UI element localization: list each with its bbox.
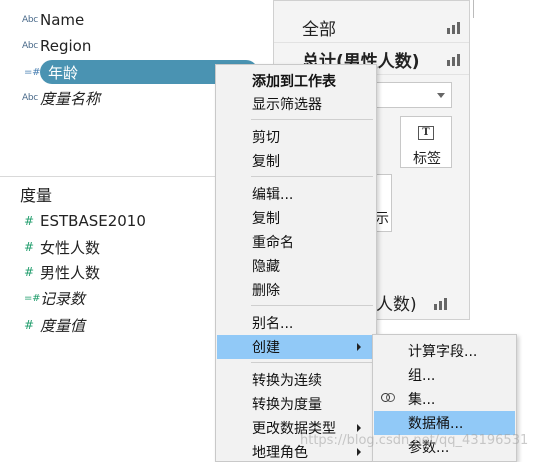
number-type-icon: # <box>24 214 34 228</box>
field-female-count[interactable]: # 女性人数 <box>0 235 100 259</box>
submenu-calculated-field[interactable]: 计算字段... <box>374 339 515 363</box>
field-male-count[interactable]: # 男性人数 <box>0 260 100 284</box>
menu-hide[interactable]: 隐藏 <box>217 254 375 278</box>
field-label: 男性人数 <box>40 263 101 282</box>
menu-rename[interactable]: 重命名 <box>217 230 375 254</box>
field-label: Name <box>40 11 85 29</box>
string-type-icon: Abc <box>22 93 38 103</box>
field-label: 记录数 <box>40 289 86 308</box>
submenu-set[interactable]: 集... <box>374 387 515 411</box>
text-label-icon: T <box>418 126 434 140</box>
label-button[interactable]: T 标签 <box>400 116 452 168</box>
filter-all-label: 全部 <box>302 20 336 40</box>
number-type-icon: # <box>24 240 34 254</box>
menu-separator <box>251 176 373 177</box>
menu-separator <box>251 119 373 120</box>
field-name[interactable]: Abc Name <box>0 8 84 32</box>
field-estbase2010[interactable]: # ESTBASE2010 <box>0 209 146 233</box>
mark-type-dropdown[interactable] <box>366 82 452 108</box>
chevron-right-icon <box>357 448 361 456</box>
menu-cut[interactable]: 剪切 <box>217 125 375 149</box>
set-icon <box>381 393 395 405</box>
field-record-count[interactable]: =# 记录数 <box>0 286 85 310</box>
menu-add-to-sheet[interactable]: 添加到工作表 <box>217 69 375 93</box>
number-type-icon: # <box>24 318 34 332</box>
menu-copy[interactable]: 复制 <box>217 149 375 173</box>
measure-pill-row[interactable]: 人数) <box>376 290 456 320</box>
menu-show-filter[interactable]: 显示筛选器 <box>217 92 375 116</box>
discrete-number-icon: =# <box>24 66 41 78</box>
measure-pill-label: 人数) <box>376 295 417 315</box>
menu-create[interactable]: 创建 <box>217 335 375 359</box>
field-label: 度量值 <box>40 316 86 335</box>
submenu-bins[interactable]: 数据桶... <box>374 411 515 435</box>
number-type-icon: =# <box>24 292 41 304</box>
number-type-icon: # <box>24 265 34 279</box>
menu-aliases[interactable]: 别名... <box>217 311 375 335</box>
menu-create-label: 创建 <box>252 340 280 356</box>
field-label: Region <box>40 37 92 55</box>
string-type-icon: Abc <box>22 15 38 25</box>
menu-convert-measure[interactable]: 转换为度量 <box>217 392 375 416</box>
menu-delete[interactable]: 删除 <box>217 278 375 302</box>
submenu-group[interactable]: 组... <box>374 363 515 387</box>
bar-chart-icon <box>434 298 448 310</box>
tooltip-button-text: 示 <box>375 211 389 227</box>
submenu-set-label: 集... <box>408 392 436 408</box>
field-label: 度量名称 <box>40 89 101 108</box>
label-button-text: 标签 <box>413 151 441 167</box>
chevron-down-icon <box>437 93 445 98</box>
field-region[interactable]: Abc Region <box>0 34 91 58</box>
chevron-right-icon <box>357 343 361 351</box>
menu-separator <box>251 362 373 363</box>
menu-separator <box>251 305 373 306</box>
bar-chart-icon <box>447 22 461 34</box>
measures-header: 度量 <box>20 186 53 205</box>
context-menu: 添加到工作表 显示筛选器 剪切 复制 编辑... 复制 重命名 隐藏 删除 别名… <box>215 64 377 462</box>
watermark: https://blog.csdn.net/qq_43196531 <box>300 433 529 448</box>
field-label: 女性人数 <box>40 238 101 257</box>
menu-convert-continuous[interactable]: 转换为连续 <box>217 368 375 392</box>
field-age[interactable]: =# 年龄 <box>0 60 258 84</box>
menu-duplicate[interactable]: 复制 <box>217 206 375 230</box>
field-measure-names[interactable]: Abc 度量名称 <box>0 86 100 110</box>
scroll-edge <box>473 0 474 18</box>
filter-all-row[interactable]: 全部 <box>274 13 469 43</box>
field-label: ESTBASE2010 <box>40 212 146 230</box>
bar-chart-icon <box>447 54 461 66</box>
chevron-right-icon <box>357 424 361 432</box>
field-measure-values[interactable]: # 度量值 <box>0 313 85 337</box>
string-type-icon: Abc <box>22 41 38 51</box>
field-label: 年龄 <box>48 63 79 82</box>
menu-edit[interactable]: 编辑... <box>217 182 375 206</box>
